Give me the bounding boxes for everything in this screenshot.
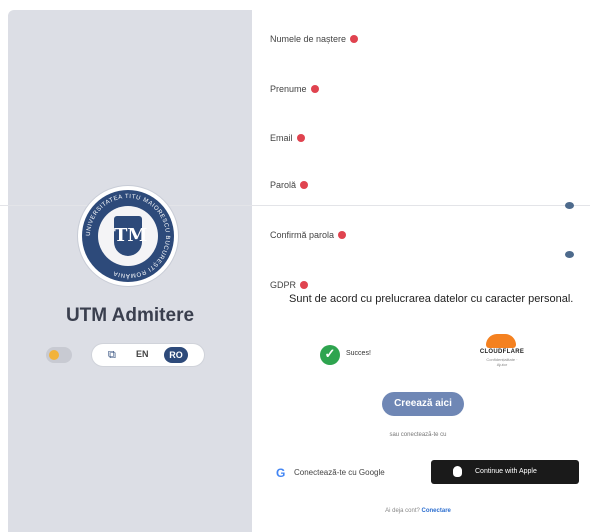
cloud-icon [486,334,516,348]
field-email[interactable]: Email [270,133,305,143]
create-account-button[interactable]: Creează aici [382,392,464,416]
or-divider-text: sau conectează-te cu [389,432,447,438]
google-login-button[interactable]: G Conectează-te cu Google [272,462,428,484]
field-label: GDPR [270,280,297,290]
language-switcher: ⧉ EN RO [92,344,204,366]
apple-icon [453,466,462,477]
field-confirm-password[interactable]: Confirmă parola [270,230,347,240]
login-prompt: Ai deja cont? Conectare [385,508,451,514]
app-title: UTM Admitere [65,305,195,326]
google-icon: G [276,466,286,480]
university-logo: UNIVERSITATEA TITU MAIORESCU BUCUREȘTI R… [78,186,178,286]
field-label: Parolă [270,180,297,190]
login-link[interactable]: Conectare [422,508,451,514]
field-birth-name[interactable]: Numele de naștere [270,34,359,44]
gdpr-consent-text[interactable]: Sunt de acord cu prelucrarea datelor cu … [289,292,579,306]
required-dot-icon [300,181,309,189]
lang-en-option[interactable]: EN [136,349,149,359]
field-label: Email [270,133,293,143]
required-dot-icon [350,35,359,43]
theme-toggle[interactable] [46,347,72,363]
show-confirm-password-icon[interactable] [565,251,574,258]
required-dot-icon [310,85,319,93]
apple-login-button[interactable]: Continue with Apple [431,460,579,484]
field-label: Prenume [270,84,307,94]
lang-ro-option[interactable]: RO [164,347,188,363]
show-password-icon[interactable] [565,202,574,209]
required-dot-icon [300,281,309,289]
captcha-check-icon: ✓ [320,345,340,365]
shield-icon: TM [114,216,147,256]
field-label: Numele de naștere [270,34,347,44]
cloudflare-logo: CLOUDFLARE Confidențialitate · Ajutor [472,334,532,374]
field-first-name[interactable]: Prenume [270,84,319,94]
required-dot-icon [296,134,305,142]
field-password[interactable]: Parolă [270,180,309,190]
field-label: Confirmă parola [270,230,335,240]
captcha-status: Succes! [346,350,371,357]
field-gdpr: GDPR [270,280,309,290]
sun-icon [49,350,59,360]
translate-icon[interactable]: ⧉ [108,349,120,361]
required-dot-icon [338,231,347,239]
